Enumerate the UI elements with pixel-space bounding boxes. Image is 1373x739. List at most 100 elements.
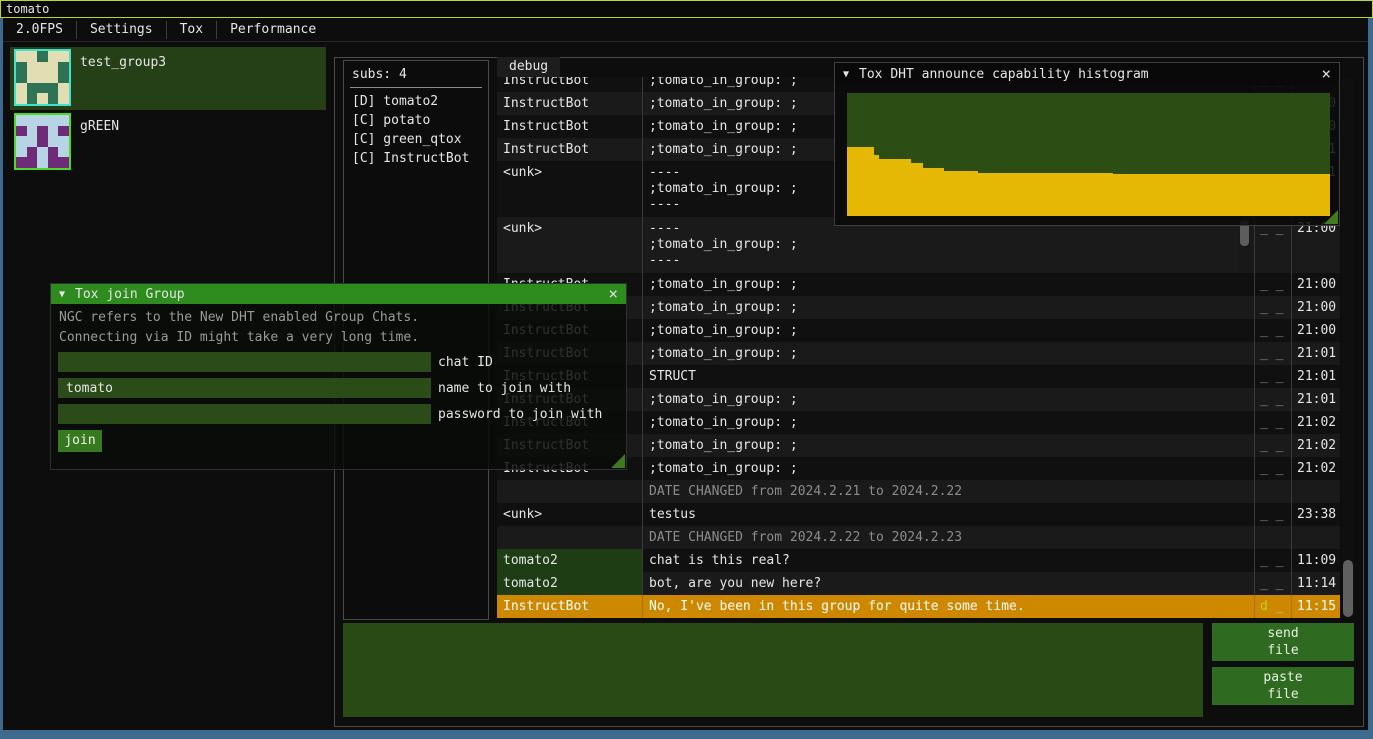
sidebar-item-green[interactable]: gREEN xyxy=(10,111,326,174)
chat-message-time: 21:01 xyxy=(1292,365,1340,388)
avatar-cell xyxy=(27,136,38,147)
delivered-flag: d xyxy=(1260,599,1268,614)
subs-count-label: subs: 4 xyxy=(344,61,488,82)
flag-placeholder: _ xyxy=(1268,599,1284,614)
collapse-arrow-icon[interactable]: ▼ xyxy=(59,289,65,300)
menu-item-2-0fps[interactable]: 2.0FPS xyxy=(3,19,76,41)
window-frame-right xyxy=(1368,18,1373,730)
avatar-cell xyxy=(16,93,27,104)
avatar-cell xyxy=(27,157,38,168)
avatar-cell xyxy=(58,83,69,94)
avatar-cell xyxy=(16,126,27,137)
message-input[interactable] xyxy=(343,623,1203,717)
tab-debug[interactable]: debug xyxy=(497,57,560,77)
avatar-cell xyxy=(48,126,59,137)
close-icon[interactable]: × xyxy=(608,287,618,301)
join-password-label: password to join with xyxy=(438,407,602,422)
chat-message-flags: d _ xyxy=(1255,595,1292,618)
avatar-cell xyxy=(48,136,59,147)
avatar-cell xyxy=(58,136,69,147)
chat-message-time: 21:00 xyxy=(1292,319,1340,342)
chat-message-time: 11:09 xyxy=(1292,549,1340,572)
chat-row[interactable]: InstructBotNo, I've been in this group f… xyxy=(497,595,1340,618)
chat-scrollbar[interactable] xyxy=(1342,78,1354,618)
window-title: tomato xyxy=(6,2,49,16)
subs-member-green_qtox[interactable]: [C] green_qtox xyxy=(344,130,488,149)
resize-grip-icon[interactable] xyxy=(1324,210,1338,224)
join-password-field[interactable] xyxy=(58,404,431,424)
chat-message-flags: _ _ xyxy=(1255,572,1292,595)
chat-row-date-separator[interactable]: DATE CHANGED from 2024.2.22 to 2024.2.23 xyxy=(497,526,1340,549)
dht-histogram-title: Tox DHT announce capability histogram xyxy=(859,67,1149,82)
avatar-cell xyxy=(16,136,27,147)
chat-row-cells: InstructBotNo, I've been in this group f… xyxy=(497,595,1340,618)
chat-message-time: 21:01 xyxy=(1292,342,1340,365)
subs-member-list: [D] tomato2[C] potato[C] green_qtox[C] I… xyxy=(344,92,488,168)
avatar-cell xyxy=(27,126,38,137)
paste-file-button[interactable]: paste file xyxy=(1212,667,1354,705)
sidebar-item-test_group3[interactable]: test_group3 xyxy=(10,47,326,110)
resize-grip-icon[interactable] xyxy=(611,454,625,468)
chat-message-text: STRUCT xyxy=(643,365,1255,388)
histogram-bar xyxy=(922,168,944,216)
chat-row-date-separator[interactable]: DATE CHANGED from 2024.2.21 to 2024.2.22 xyxy=(497,480,1340,503)
avatar-cell xyxy=(27,51,38,62)
chat-row-cells: <unk>testus_ _23:38 xyxy=(497,503,1340,526)
avatar-cell xyxy=(58,72,69,83)
chat-row[interactable]: tomato2chat is this real?_ _11:09 xyxy=(497,549,1340,572)
avatar-cell xyxy=(58,62,69,73)
histogram-bar xyxy=(910,163,923,217)
dht-histogram-titlebar: ▼ Tox DHT announce capability histogram … xyxy=(835,63,1339,85)
join-note-line1: NGC refers to the New DHT enabled Group … xyxy=(59,310,419,325)
chat-row[interactable]: <unk>testus_ _23:38 xyxy=(497,503,1340,526)
chat-row[interactable]: tomato2bot, are you new here?_ _11:14 xyxy=(497,572,1340,595)
chat-message-text: ;tomato_in_group: ; xyxy=(643,296,1255,319)
avatar-cell xyxy=(16,62,27,73)
menu-item-performance[interactable]: Performance xyxy=(217,19,329,41)
subs-member-instructbot[interactable]: [C] InstructBot xyxy=(344,149,488,168)
chat-sender-name: <unk> xyxy=(497,161,643,217)
chat-message-text: ;tomato_in_group: ; xyxy=(643,319,1255,342)
subs-member-potato[interactable]: [C] potato xyxy=(344,111,488,130)
close-icon[interactable]: × xyxy=(1321,67,1331,81)
avatar-cell xyxy=(48,72,59,83)
group-avatar xyxy=(14,113,71,170)
group-name-label: test_group3 xyxy=(80,55,166,70)
histogram-bar xyxy=(878,159,910,216)
avatar-cell xyxy=(37,147,48,158)
chat-sender-name: InstructBot xyxy=(497,92,643,115)
avatar-cell xyxy=(37,83,48,94)
subs-member-tomato2[interactable]: [D] tomato2 xyxy=(344,92,488,111)
collapse-arrow-icon[interactable]: ▼ xyxy=(843,69,849,80)
avatar-cell xyxy=(37,62,48,73)
chat-message-flags xyxy=(1255,480,1292,503)
chat-message-flags: _ _ xyxy=(1255,457,1292,480)
chat-message-text: ;tomato_in_group: ; xyxy=(643,457,1255,480)
avatar-cell xyxy=(16,72,27,83)
chat-message-time: 21:02 xyxy=(1292,434,1340,457)
histogram-bar xyxy=(944,171,979,216)
avatar-cell xyxy=(58,115,69,126)
chat-scrollbar-thumb[interactable] xyxy=(1343,560,1353,617)
join-name-field[interactable] xyxy=(58,378,431,398)
chat-message-time xyxy=(1292,526,1340,549)
avatar-cell xyxy=(27,115,38,126)
chat-sender-name xyxy=(497,526,643,549)
avatar-cell xyxy=(37,51,48,62)
message-scrollbar[interactable] xyxy=(1239,218,1250,272)
window-titlebar: tomato xyxy=(0,0,1373,18)
avatar-cell xyxy=(27,83,38,94)
avatar-cell xyxy=(16,51,27,62)
chat-row-cells: tomato2chat is this real?_ _11:09 xyxy=(497,549,1340,572)
avatar-cell xyxy=(37,93,48,104)
avatar-cell xyxy=(27,62,38,73)
menu-item-settings[interactable]: Settings xyxy=(77,19,166,41)
join-group-titlebar: ▼ Tox join Group × xyxy=(51,284,626,304)
chat-message-text: ;tomato_in_group: ; xyxy=(643,411,1255,434)
chat-id-field[interactable] xyxy=(58,352,431,372)
chat-message-flags: _ _ xyxy=(1255,549,1292,572)
date-changed-text: DATE CHANGED from 2024.2.21 to 2024.2.22 xyxy=(643,480,1255,503)
join-button[interactable]: join xyxy=(58,430,102,452)
send-file-button[interactable]: send file xyxy=(1212,623,1354,661)
menu-item-tox[interactable]: Tox xyxy=(167,19,216,41)
